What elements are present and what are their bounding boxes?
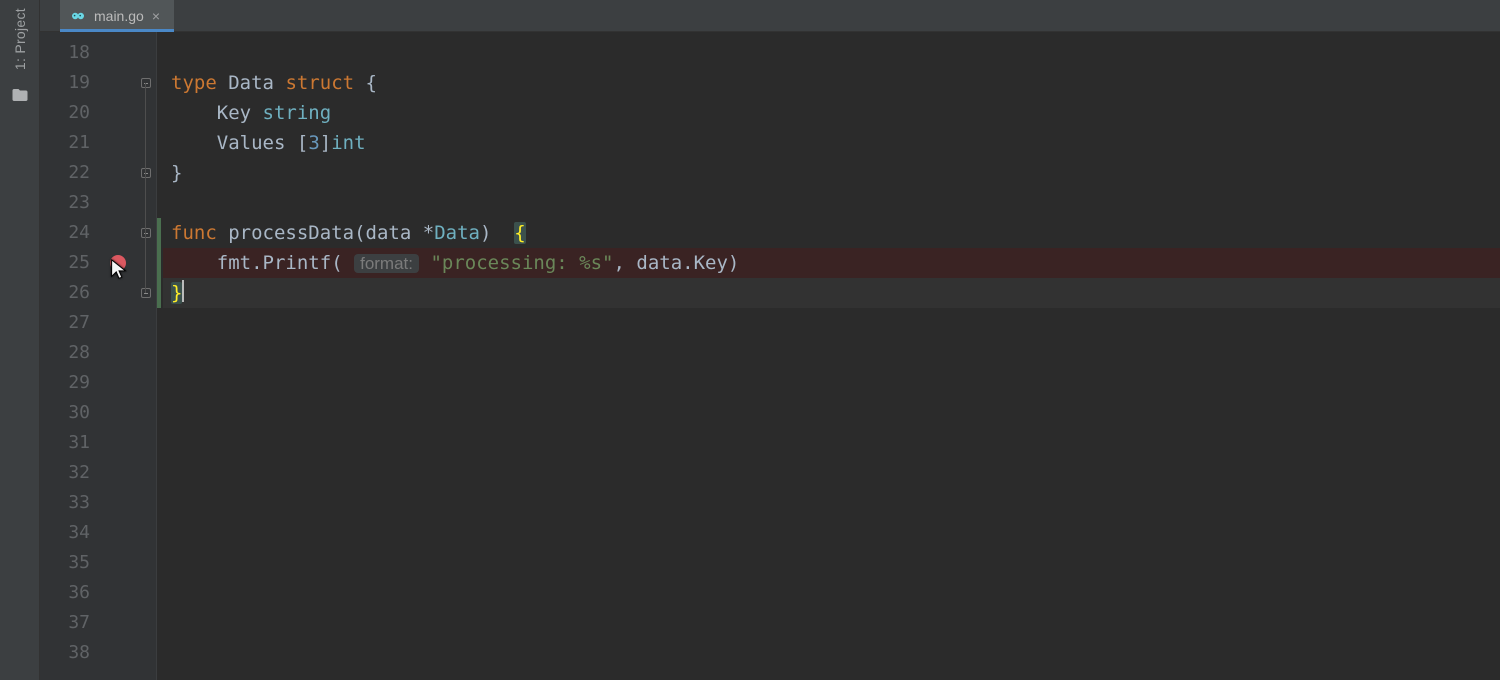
fold-toggle-icon[interactable] [141,288,151,298]
code-line[interactable] [163,338,1500,368]
go-file-icon [70,8,86,24]
line-number: 18 [40,38,100,68]
breakpoint-icon[interactable] [110,255,126,271]
editor[interactable]: 1819202122232425262728293031323334353637… [40,32,1500,680]
tab-filename: main.go [94,8,144,24]
line-number: 31 [40,428,100,458]
breakpoint-gutter[interactable] [100,32,136,680]
project-tool-button[interactable]: 1: Project [12,8,28,70]
line-number: 29 [40,368,100,398]
code-line[interactable] [163,488,1500,518]
code-area[interactable]: type Data struct { Key string Values [3]… [163,32,1500,680]
editor-tabbar: main.go × [40,0,1500,32]
fold-toggle-icon[interactable] [141,78,151,88]
tab-close-icon[interactable]: × [152,9,160,23]
code-line[interactable] [163,368,1500,398]
line-number: 38 [40,638,100,668]
fold-toggle-icon[interactable] [141,228,151,238]
project-folder-icon [11,86,29,108]
gutter[interactable]: 1819202122232425262728293031323334353637… [40,32,157,680]
line-number-gutter: 1819202122232425262728293031323334353637… [40,32,100,680]
line-number: 34 [40,518,100,548]
line-number: 30 [40,398,100,428]
code-line[interactable] [163,428,1500,458]
line-number: 33 [40,488,100,518]
line-number: 37 [40,608,100,638]
text-caret [182,280,184,302]
code-line[interactable]: func processData(data *Data) { [163,218,1500,248]
line-number: 23 [40,188,100,218]
line-number: 25 [40,248,100,278]
line-number: 19 [40,68,100,98]
fold-toggle-icon[interactable] [141,168,151,178]
code-line[interactable] [163,548,1500,578]
code-line[interactable] [163,608,1500,638]
line-number: 24 [40,218,100,248]
code-line[interactable] [163,518,1500,548]
code-line[interactable] [163,398,1500,428]
code-line[interactable] [163,308,1500,338]
code-line[interactable]: Key string [163,98,1500,128]
code-line[interactable]: } [163,158,1500,188]
line-number: 28 [40,338,100,368]
code-line[interactable] [163,458,1500,488]
inlay-hint: format: [354,254,419,273]
fold-gutter[interactable] [136,32,156,680]
code-line[interactable]: fmt.Printf( format: "processing: %s", da… [163,248,1500,278]
line-number: 22 [40,158,100,188]
line-number: 36 [40,578,100,608]
tool-window-rail: 1: Project [0,0,40,680]
code-line[interactable] [163,188,1500,218]
code-line[interactable]: type Data struct { [163,68,1500,98]
code-line[interactable] [163,638,1500,668]
line-number: 20 [40,98,100,128]
code-line[interactable] [163,578,1500,608]
line-number: 27 [40,308,100,338]
code-line[interactable]: } [163,278,1500,308]
line-number: 32 [40,458,100,488]
code-line[interactable] [163,38,1500,68]
code-line[interactable]: Values [3]int [163,128,1500,158]
line-number: 26 [40,278,100,308]
editor-tab-main-go[interactable]: main.go × [60,0,174,31]
line-number: 21 [40,128,100,158]
line-number: 35 [40,548,100,578]
